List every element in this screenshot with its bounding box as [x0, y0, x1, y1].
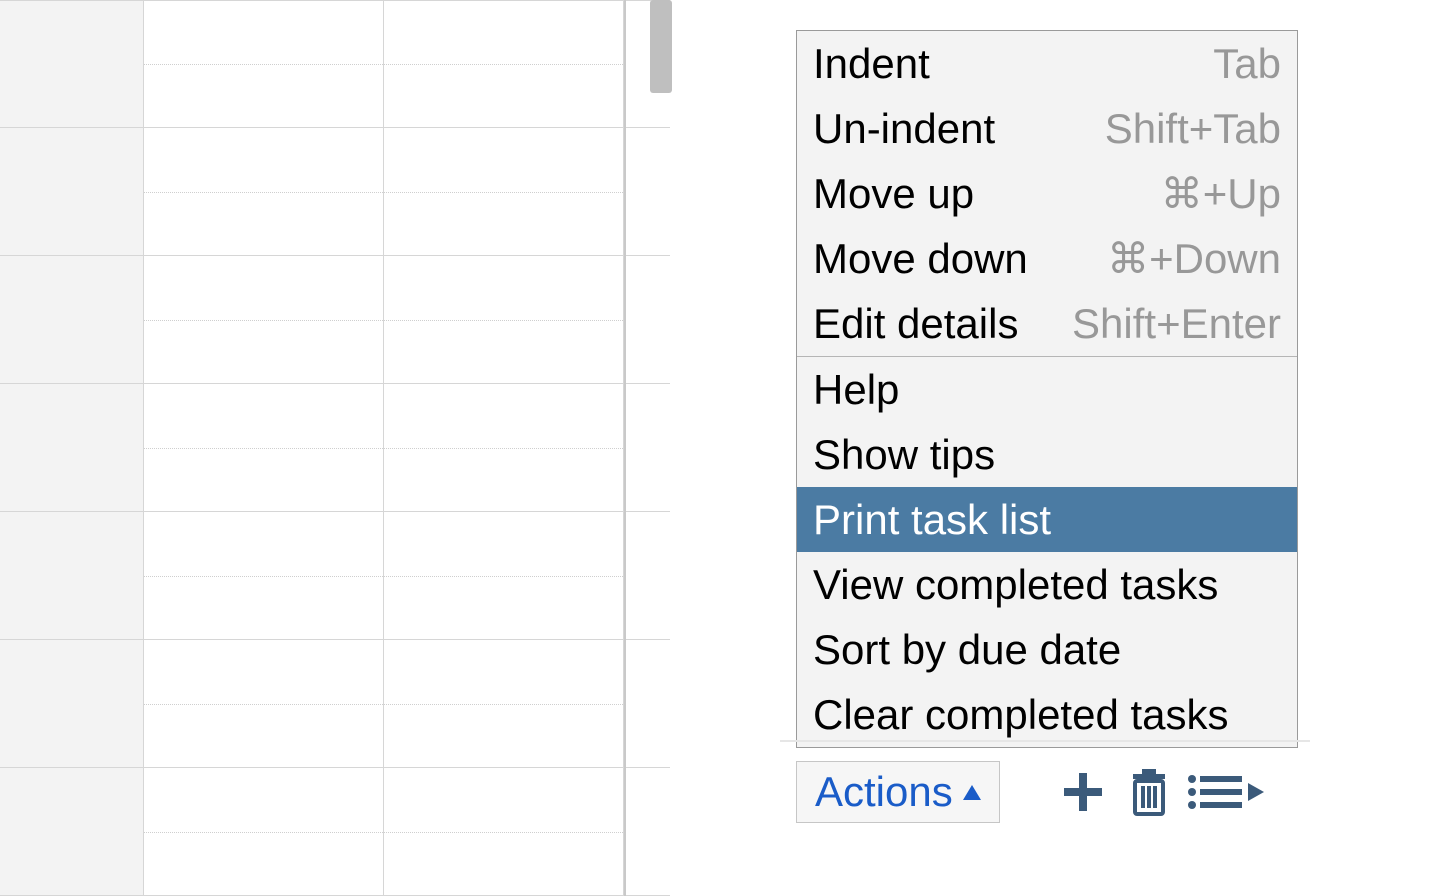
grid-cell[interactable]	[144, 256, 384, 383]
grid-row[interactable]	[0, 640, 670, 768]
menu-item-show-tips[interactable]: Show tips	[797, 422, 1297, 487]
half-hour-line	[384, 192, 623, 193]
grid-cell[interactable]	[144, 384, 384, 511]
menu-item-label: Indent	[813, 40, 930, 88]
menu-item-label: Move up	[813, 170, 974, 218]
grid-cell[interactable]	[384, 256, 624, 383]
menu-item-shortcut: Shift+Tab	[1105, 105, 1281, 153]
actions-button[interactable]: Actions	[796, 761, 1000, 823]
grid-cell[interactable]	[384, 768, 624, 895]
grid-cell[interactable]	[384, 640, 624, 767]
menu-item-label: Show tips	[813, 431, 995, 479]
half-hour-line	[144, 64, 383, 65]
menu-item-label: Un-indent	[813, 105, 995, 153]
grid-cell[interactable]	[144, 128, 384, 255]
grid-cell[interactable]	[384, 1, 624, 127]
plus-icon	[1062, 771, 1104, 813]
menu-item-label: Clear completed tasks	[813, 691, 1229, 739]
grid-row[interactable]	[0, 512, 670, 640]
menu-item-print-task-list[interactable]: Print task list	[797, 487, 1297, 552]
half-hour-line	[144, 448, 383, 449]
menu-item-indent[interactable]: Indent Tab	[797, 31, 1297, 96]
grid-row[interactable]	[0, 128, 670, 256]
half-hour-line	[144, 832, 383, 833]
menu-item-shortcut: Shift+Enter	[1072, 300, 1281, 348]
menu-item-label: View completed tasks	[813, 561, 1218, 609]
menu-item-unindent[interactable]: Un-indent Shift+Tab	[797, 96, 1297, 161]
row-header-cell[interactable]	[0, 384, 144, 511]
grid-right-border	[624, 0, 626, 896]
tasks-panel-top-border	[780, 740, 1310, 742]
menu-item-label: Sort by due date	[813, 626, 1121, 674]
row-header-cell[interactable]	[0, 1, 144, 127]
switch-list-button[interactable]	[1182, 761, 1270, 823]
menu-item-view-completed-tasks[interactable]: View completed tasks	[797, 552, 1297, 617]
menu-item-shortcut: ⌘+Down	[1107, 234, 1281, 283]
actions-context-menu[interactable]: Indent Tab Un-indent Shift+Tab Move up ⌘…	[796, 30, 1298, 748]
scrollbar-thumb[interactable]	[650, 0, 672, 93]
spreadsheet-grid[interactable]	[0, 0, 670, 896]
list-play-icon	[1186, 771, 1266, 813]
grid-row[interactable]	[0, 0, 670, 128]
grid-row[interactable]	[0, 768, 670, 896]
menu-item-edit-details[interactable]: Edit details Shift+Enter	[797, 291, 1297, 356]
menu-item-shortcut: ⌘+Up	[1161, 169, 1281, 218]
menu-item-shortcut: Tab	[1213, 40, 1281, 88]
grid-cell[interactable]	[144, 1, 384, 127]
grid-cell[interactable]	[144, 640, 384, 767]
row-header-cell[interactable]	[0, 640, 144, 767]
menu-item-label: Edit details	[813, 300, 1018, 348]
grid-cell[interactable]	[384, 384, 624, 511]
menu-item-move-up[interactable]: Move up ⌘+Up	[797, 161, 1297, 226]
tasks-toolbar: Actions	[796, 761, 1270, 823]
grid-cell[interactable]	[144, 512, 384, 639]
row-header-cell[interactable]	[0, 256, 144, 383]
row-header-cell[interactable]	[0, 768, 144, 895]
menu-item-move-down[interactable]: Move down ⌘+Down	[797, 226, 1297, 291]
half-hour-line	[144, 320, 383, 321]
half-hour-line	[384, 448, 623, 449]
half-hour-line	[144, 192, 383, 193]
half-hour-line	[384, 704, 623, 705]
trash-icon	[1128, 768, 1170, 816]
grid-row[interactable]	[0, 256, 670, 384]
menu-item-sort-by-due-date[interactable]: Sort by due date	[797, 617, 1297, 682]
grid-cell[interactable]	[384, 512, 624, 639]
menu-item-label: Help	[813, 366, 899, 414]
menu-item-help[interactable]: Help	[797, 357, 1297, 422]
menu-item-label: Print task list	[813, 496, 1051, 544]
add-task-button[interactable]	[1050, 761, 1116, 823]
half-hour-line	[384, 64, 623, 65]
grid-cell[interactable]	[144, 768, 384, 895]
half-hour-line	[144, 576, 383, 577]
row-header-cell[interactable]	[0, 512, 144, 639]
actions-button-label: Actions	[815, 768, 953, 816]
half-hour-line	[384, 576, 623, 577]
half-hour-line	[144, 704, 383, 705]
grid-cell[interactable]	[384, 128, 624, 255]
menu-item-label: Move down	[813, 235, 1028, 283]
half-hour-line	[384, 320, 623, 321]
chevron-up-icon	[963, 785, 981, 800]
delete-task-button[interactable]	[1116, 761, 1182, 823]
grid-row[interactable]	[0, 384, 670, 512]
half-hour-line	[384, 832, 623, 833]
menu-item-clear-completed-tasks[interactable]: Clear completed tasks	[797, 682, 1297, 747]
row-header-cell[interactable]	[0, 128, 144, 255]
